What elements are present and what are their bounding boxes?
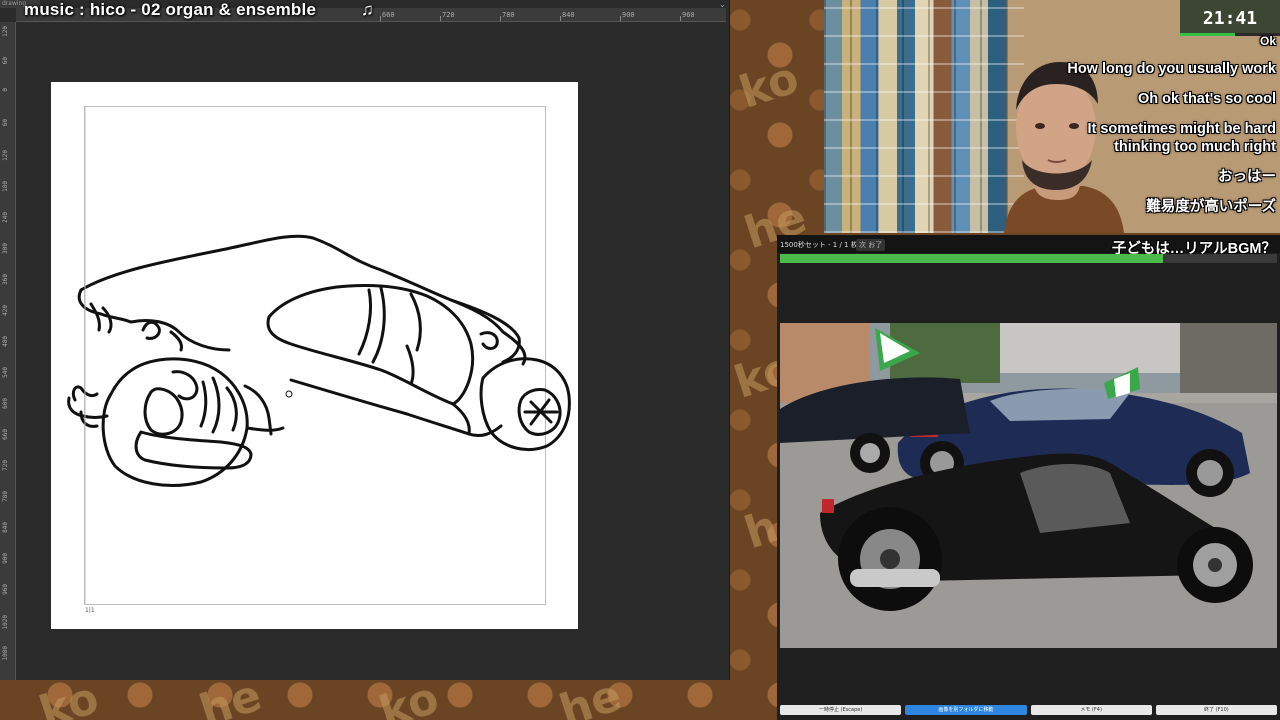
chat-comment: It sometimes might be hard: [1087, 121, 1276, 137]
ruler-tick-label: 480: [2, 336, 9, 347]
music-note-icon: ♫: [361, 0, 374, 19]
vehicle-sketch: [67, 106, 571, 605]
now-playing-text: music : hico - 02 organ & ensemble: [24, 0, 317, 19]
ruler-tick-label: 660: [2, 429, 9, 440]
chat-comment: Ok: [1259, 34, 1276, 48]
ruler-tick-label: 540: [2, 367, 9, 378]
drawing-canvas[interactable]: 1|1: [51, 82, 578, 629]
ruler-tick-label: 240: [2, 212, 9, 223]
exit-button[interactable]: 終了 (F10): [1155, 705, 1277, 715]
ruler-tick-mark: [440, 16, 441, 21]
image-counter: 1500秒セット - 1 / 1 枚目: [780, 241, 865, 249]
ruler-tick-label: 60: [2, 119, 9, 127]
ruler-tick-mark: [680, 16, 681, 21]
ruler-tick-label: 780: [2, 491, 9, 502]
ruler-tick-label: 420: [2, 305, 9, 316]
timer-progress-fill: [780, 254, 1163, 263]
ruler-tick-label: 180: [2, 181, 9, 192]
ruler-tick-label: 60: [2, 57, 9, 65]
chat-comment: おっはー: [1218, 169, 1276, 185]
ruler-tick-label: 960: [682, 11, 695, 19]
ruler-tick-label: 1020: [2, 615, 9, 630]
ruler-tick-label: 720: [2, 460, 9, 471]
now-playing-overlay: music : hico - 02 organ & ensemble ♫: [24, 0, 374, 20]
ruler-tick-label: 300: [2, 243, 9, 254]
ruler-tick-label: 120: [2, 26, 9, 37]
chat-comment: How long do you usually work: [1067, 61, 1276, 77]
ruler-tick-label: 780: [502, 11, 515, 19]
three-wheeler-photo: [780, 323, 1277, 648]
chat-comment: thinking too much right: [1114, 139, 1276, 155]
drawing-app-window: drawing ⌄ 660 720 780 840 900 960 120 60 0 60 120…: [0, 0, 730, 680]
ruler-tick-label: 660: [382, 11, 395, 19]
viewer-controls: 一時停止 (Escape) 画像を別フォルダに移動 メモ (F4) 終了 (F1…: [780, 705, 1277, 715]
vertical-ruler: 120 60 0 60 120 180 240 300 360 420 480 540 600 660 72…: [0, 22, 16, 680]
chat-comment: Oh ok that's so cool: [1138, 91, 1276, 107]
ruler-tick-label: 1080: [2, 646, 9, 661]
next-button[interactable]: 次 お了: [856, 239, 886, 251]
pause-button[interactable]: 一時停止 (Escape): [780, 705, 902, 715]
ruler-tick-label: 960: [2, 584, 9, 595]
ruler-tick-mark: [500, 16, 501, 21]
chat-comments: Ok How long do you usually work Oh ok th…: [1067, 34, 1276, 215]
ruler-tick-label: 900: [622, 11, 635, 19]
ruler-tick-label: 720: [442, 11, 455, 19]
stream-clock: 21:41: [1180, 0, 1280, 36]
ruler-tick-label: 600: [2, 398, 9, 409]
ruler-tick-mark: [380, 16, 381, 21]
chat-comment: 難易度が高いポーズ: [1146, 199, 1276, 215]
reference-photo: [780, 323, 1277, 648]
ruler-tick-label: 0: [2, 88, 9, 92]
ruler-tick-label: 840: [2, 522, 9, 533]
ruler-tick-label: 360: [2, 274, 9, 285]
ruler-tick-mark: [560, 16, 561, 21]
timer-progress-bar: [780, 254, 1277, 263]
memo-button[interactable]: メモ (F4): [1030, 705, 1152, 715]
webcam-feed: 21:41 Ok How long do you usually work Oh…: [824, 0, 1280, 233]
ruler-tick-label: 120: [2, 150, 9, 161]
ruler-tick-label: 840: [562, 11, 575, 19]
ruler-tick-mark: [620, 16, 621, 21]
move-image-button[interactable]: 画像を別フォルダに移動: [905, 705, 1027, 715]
ruler-tick-label: 900: [2, 553, 9, 564]
reference-viewer: 1500秒セット - 1 / 1 枚目 次 お了 子どもは…リアルBGM？ 一時…: [777, 235, 1280, 720]
